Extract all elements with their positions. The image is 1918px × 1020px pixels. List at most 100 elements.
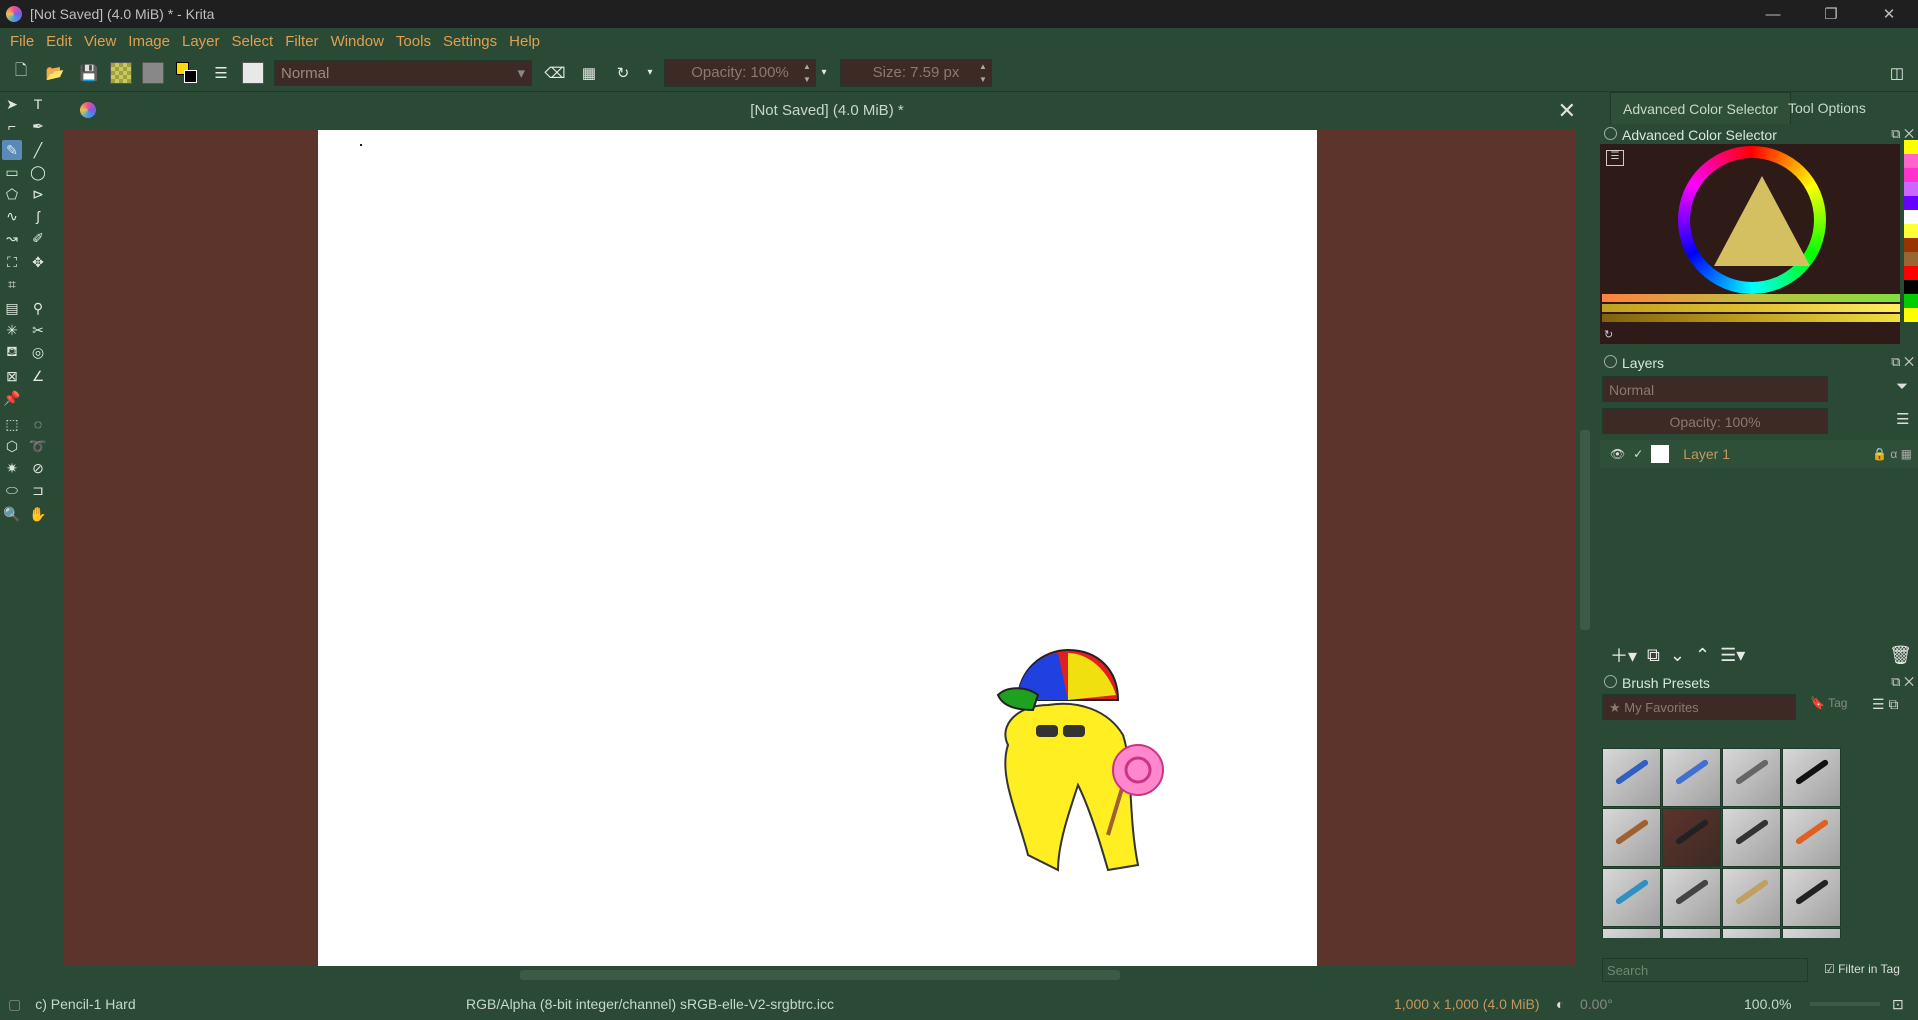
bezier-tool-icon[interactable]: ∿ [2,206,22,226]
restore-button[interactable]: ❐ [1802,0,1860,28]
colorize-mask-tool-icon[interactable]: ✳ [2,320,22,340]
move-layer-up-icon[interactable]: ⌃ [1695,645,1710,666]
menu-view[interactable]: View [84,33,116,50]
tab-tool-options[interactable]: Tool Options [1776,92,1878,124]
fill-tool-icon[interactable]: ⛾ [2,342,22,362]
tag-button[interactable]: 🔖 Tag [1810,696,1847,710]
menu-image[interactable]: Image [128,33,170,50]
eraser-mode-icon[interactable]: ⌫ [542,60,568,86]
layer-name[interactable]: Layer 1 [1683,446,1730,462]
brush-preset-tile[interactable] [1722,868,1781,927]
color-picker-tool-icon[interactable]: ⚲ [28,298,48,318]
swatch[interactable] [1904,182,1918,196]
ellipse-tool-icon[interactable]: ◯ [28,162,48,182]
opacity-spin-icon[interactable]: ▲ ▼ [801,60,813,86]
rectangle-tool-icon[interactable]: ▭ [2,162,22,182]
horizontal-scrollbar[interactable] [64,966,1576,984]
opacity-slider[interactable]: Opacity: 100% ▲ ▼ [664,58,816,87]
minimize-button[interactable]: — [1744,0,1802,28]
filter-in-tag-checkbox[interactable]: ☑ Filter in Tag [1824,962,1900,976]
delete-layer-icon[interactable]: 🗑 [1889,645,1912,666]
brush-settings-icon[interactable]: ☰ [208,60,234,86]
menu-edit[interactable]: Edit [46,33,72,50]
enclose-fill-tool-icon[interactable]: ◎ [28,342,48,362]
rotation-icon[interactable]: ◐ [1556,996,1564,1012]
menu-settings[interactable]: Settings [443,33,497,50]
close-document-icon[interactable]: ✕ [1558,98,1576,124]
brush-preset-tile[interactable] [1722,928,1781,938]
menu-window[interactable]: Window [331,33,384,50]
layer-menu-icon[interactable]: ☰ [1896,410,1909,428]
reference-image-tool-icon[interactable]: 📌 [2,388,22,408]
layer-properties-icon[interactable]: ☰▾ [1720,645,1745,666]
vertical-scrollbar[interactable] [1576,130,1594,966]
brush-preset-tile[interactable] [1722,748,1781,807]
opacity-dropdown-icon[interactable]: ▾ [816,60,832,86]
menu-select[interactable]: Select [232,33,274,50]
fit-view-icon[interactable]: ⊡ [1892,996,1904,1013]
shade-selector[interactable] [1602,294,1900,324]
tab-advanced-color-selector[interactable]: Advanced Color Selector [1610,92,1791,124]
bezier-select-tool-icon[interactable]: ⬭ [2,480,22,500]
pattern-selector-icon[interactable] [142,61,164,84]
swatch[interactable] [1904,238,1918,252]
lock-icon[interactable] [1604,127,1617,140]
vertical-scroll-thumb[interactable] [1580,430,1590,630]
horizontal-scroll-thumb[interactable] [520,970,1120,980]
swatch[interactable] [1904,294,1918,308]
swatch[interactable] [1904,308,1918,322]
select-shapes-tool-icon[interactable]: ➤ [2,94,22,114]
workspace-chooser-icon[interactable]: ◫ [1884,60,1910,86]
preserve-alpha-icon[interactable]: ▦ [576,60,602,86]
color-history-swatches[interactable] [1904,140,1918,336]
filter-icon[interactable]: ⏷ [1896,378,1908,395]
shade-bar-2[interactable] [1602,304,1900,312]
crop-tool-icon[interactable]: ⌗ [2,274,22,294]
saturation-value-triangle[interactable] [1714,176,1810,266]
brush-preset-tile[interactable] [1722,808,1781,867]
transform-tool-icon[interactable]: ⛶ [2,252,22,272]
brush-preset-tile[interactable] [1662,868,1721,927]
docker-float-close-icon[interactable]: ⧉ ✕ [1891,354,1914,370]
pan-tool-icon[interactable]: ✋ [28,504,48,524]
lock-icon[interactable] [1604,675,1617,688]
swatch[interactable] [1904,280,1918,294]
color-settings-icon[interactable]: ☰ [1606,150,1624,166]
zoom-level[interactable]: 100.0% [1744,996,1791,1012]
menu-layer[interactable]: Layer [182,33,220,50]
brush-preset-icon[interactable] [242,61,264,84]
freehand-path-tool-icon[interactable]: ʃ [28,206,48,226]
contiguous-select-tool-icon[interactable]: ✷ [2,458,22,478]
brush-preset-tile[interactable] [1602,868,1661,927]
ellipse-select-tool-icon[interactable]: ◌ [28,414,48,434]
layer-lock-alpha-icons[interactable]: 🔒 α ▦ [1872,447,1912,461]
brush-view-icons[interactable]: ☰ ⧉ [1872,696,1898,713]
brush-preset-tile[interactable] [1602,808,1661,867]
brush-preset-tile[interactable] [1602,928,1661,938]
reload-preset-icon[interactable]: ↻ [610,60,636,86]
shade-bar-1[interactable] [1602,294,1900,302]
duplicate-layer-icon[interactable]: ⧉ [1647,645,1660,666]
swatch[interactable] [1904,140,1918,154]
measure-tool-icon[interactable]: ∠ [28,366,48,386]
gradient-tool-icon[interactable]: ▤ [2,298,22,318]
visibility-eye-icon[interactable]: 👁 [1610,447,1625,461]
multibrush-tool-icon[interactable]: ✐ [28,228,48,248]
zoom-slider[interactable] [1810,1002,1880,1006]
polygon-tool-icon[interactable]: ⬠ [2,184,22,204]
swatch[interactable] [1904,266,1918,280]
layer-blend-mode-select[interactable]: Normal [1602,376,1828,402]
drawing-canvas[interactable] [318,130,1317,966]
size-slider[interactable]: Size: 7.59 px ▲ ▼ [840,58,992,87]
brush-preset-tile[interactable] [1662,928,1721,938]
swatch[interactable] [1904,154,1918,168]
rect-select-tool-icon[interactable]: ⬚ [2,414,22,434]
menu-help[interactable]: Help [509,33,540,50]
polygon-select-tool-icon[interactable]: ⬡ [2,436,22,456]
brush-preset-tile[interactable] [1782,748,1841,807]
text-tool-icon[interactable]: T [28,94,48,114]
open-document-icon[interactable]: 📂 [42,60,68,86]
layer-row[interactable]: 👁 ✓ Layer 1 🔒 α ▦ [1600,440,1918,468]
assistant-tool-icon[interactable]: ⊠ [2,366,22,386]
size-spin-icon[interactable]: ▲ ▼ [977,60,989,86]
